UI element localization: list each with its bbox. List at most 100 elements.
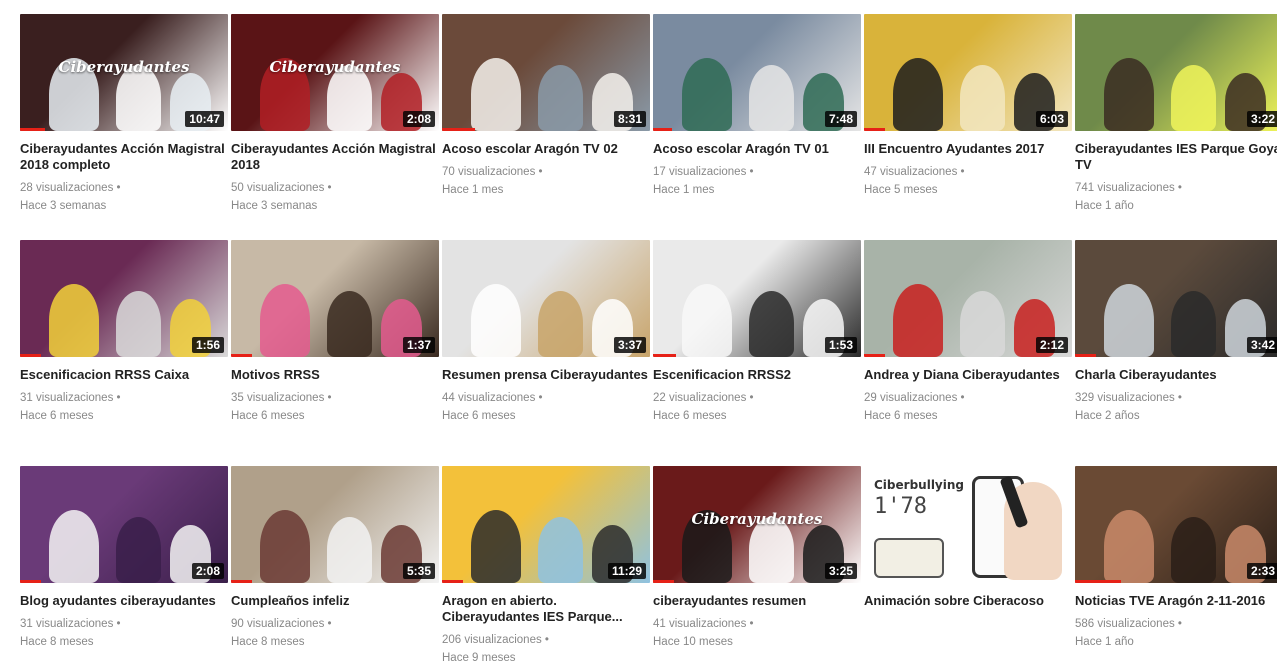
duration-badge: 7:48 (824, 111, 857, 127)
view-count: 31 visualizaciones (20, 389, 228, 407)
duration-badge: 3:42 (1246, 337, 1277, 353)
upload-age: Hace 6 meses (864, 410, 938, 422)
view-count: 206 visualizaciones (442, 631, 650, 649)
video-card[interactable]: 3:22 Ciberayudantes IES Parque Goya TV 741… (1075, 14, 1277, 215)
upload-age: Hace 8 meses (231, 636, 305, 648)
view-count: 41 visualizaciones (653, 615, 861, 633)
video-thumbnail[interactable]: 11:29 (442, 466, 650, 583)
video-title-link[interactable]: Acoso escolar Aragón TV 02 (442, 141, 650, 157)
video-metadata: 329 visualizaciones Hace 2 años (1075, 389, 1277, 425)
duration-badge: 1:53 (824, 337, 857, 353)
video-metadata: 35 visualizaciones Hace 6 meses (231, 389, 439, 425)
watch-progress-bar (653, 128, 672, 131)
video-thumbnail[interactable]: 3:22 (1075, 14, 1277, 131)
upload-age: Hace 10 meses (653, 636, 733, 648)
video-card[interactable]: 8:31 Acoso escolar Aragón TV 02 70 visuali… (442, 14, 650, 199)
video-thumbnail[interactable]: Ciberayudantes 3:25 (653, 466, 861, 583)
video-card[interactable]: 1:37 Motivos RRSS 35 visualizaciones Hace 6… (231, 240, 439, 425)
video-title-link[interactable]: Ciberayudantes Acción Magistral 2018 com… (20, 141, 228, 173)
view-count: 47 visualizaciones (864, 163, 1072, 181)
video-thumbnail[interactable]: 1:37 (231, 240, 439, 357)
watch-progress-bar (442, 128, 475, 131)
video-thumbnail[interactable]: 5:35 (231, 466, 439, 583)
video-title-link[interactable]: Escenificacion RRSS Caixa (20, 367, 228, 383)
video-metadata: 22 visualizaciones Hace 6 meses (653, 389, 861, 425)
thumbnail-number: 1'78 (874, 494, 927, 519)
watch-progress-bar (20, 580, 41, 583)
video-card[interactable]: 3:42 Charla Ciberayudantes 329 visualizaci… (1075, 240, 1277, 425)
video-thumbnail[interactable]: 2:12 (864, 240, 1072, 357)
video-card[interactable]: 5:35 Cumpleaños infeliz 90 visualizaciones… (231, 466, 439, 651)
video-title-link[interactable]: Cumpleaños infeliz (231, 593, 439, 609)
video-title-link[interactable]: Blog ayudantes ciberayudantes (20, 593, 228, 609)
thumbnail-overlay-text: Ciberayudantes (58, 58, 190, 77)
video-card[interactable]: Ciberayudantes 10:47 Ciberayudantes Acción… (20, 14, 228, 215)
video-title-link[interactable]: Aragon en abierto. Ciberayudantes IES Pa… (442, 593, 650, 625)
video-title-link[interactable]: Ciberayudantes Acción Magistral 2018 (231, 141, 439, 173)
video-thumbnail[interactable]: 2:33 (1075, 466, 1277, 583)
watch-progress-bar (20, 128, 45, 131)
view-count: 741 visualizaciones (1075, 179, 1277, 197)
watch-progress-bar (442, 580, 463, 583)
watch-progress-bar (231, 580, 252, 583)
video-title-link[interactable]: III Encuentro Ayudantes 2017 (864, 141, 1072, 157)
video-card[interactable]: 2:12 Andrea y Diana Ciberayudantes 29 visu… (864, 240, 1072, 425)
video-thumbnail[interactable]: Ciberayudantes 10:47 (20, 14, 228, 131)
video-title-link[interactable]: Ciberayudantes IES Parque Goya TV (1075, 141, 1277, 173)
watch-progress-bar (231, 354, 252, 357)
video-title-link[interactable]: Andrea y Diana Ciberayudantes (864, 367, 1072, 383)
view-count: 586 visualizaciones (1075, 615, 1277, 633)
duration-badge: 10:47 (185, 111, 224, 127)
video-thumbnail[interactable]: 3:37 (442, 240, 650, 357)
video-card[interactable]: 6:03 III Encuentro Ayudantes 2017 47 visua… (864, 14, 1072, 199)
video-card[interactable]: Ciberbullying 1'78 Animación sobre Ciberac… (864, 466, 1072, 609)
video-thumbnail[interactable]: 1:56 (20, 240, 228, 357)
duration-badge: 1:37 (402, 337, 435, 353)
upload-age: Hace 1 mes (442, 184, 504, 196)
video-card[interactable]: 7:48 Acoso escolar Aragón TV 01 17 visuali… (653, 14, 861, 199)
watch-progress-bar (864, 354, 885, 357)
video-title-link[interactable]: Resumen prensa Ciberayudantes (442, 367, 650, 383)
video-thumbnail[interactable]: Ciberayudantes 2:08 (231, 14, 439, 131)
video-title-link[interactable]: Motivos RRSS (231, 367, 439, 383)
duration-badge: 3:22 (1246, 111, 1277, 127)
view-count: 35 visualizaciones (231, 389, 439, 407)
video-grid: Ciberayudantes 10:47 Ciberayudantes Acción… (0, 0, 1277, 666)
video-thumbnail[interactable]: 6:03 (864, 14, 1072, 131)
video-thumbnail[interactable]: 8:31 (442, 14, 650, 131)
video-thumbnail[interactable]: 1:53 (653, 240, 861, 357)
video-card[interactable]: 3:37 Resumen prensa Ciberayudantes 44 visu… (442, 240, 650, 425)
video-title-link[interactable]: Noticias TVE Aragón 2-11-2016 (1075, 593, 1277, 609)
video-card[interactable]: Ciberayudantes 2:08 Ciberayudantes Acción … (231, 14, 439, 215)
video-card[interactable]: 11:29 Aragon en abierto. Ciberayudantes I… (442, 466, 650, 666)
video-metadata: 28 visualizaciones Hace 3 semanas (20, 179, 228, 215)
video-card[interactable]: 2:08 Blog ayudantes ciberayudantes 31 visu… (20, 466, 228, 651)
video-title-link[interactable]: Escenificacion RRSS2 (653, 367, 861, 383)
video-thumbnail[interactable]: 7:48 (653, 14, 861, 131)
video-metadata: 741 visualizaciones Hace 1 año (1075, 179, 1277, 215)
view-count: 22 visualizaciones (653, 389, 861, 407)
video-metadata: 41 visualizaciones Hace 10 meses (653, 615, 861, 651)
watch-progress-bar (1075, 580, 1121, 583)
video-metadata: 17 visualizaciones Hace 1 mes (653, 163, 861, 199)
watch-progress-bar (864, 128, 885, 131)
video-thumbnail[interactable]: Ciberbullying 1'78 (864, 466, 1072, 583)
video-metadata: 50 visualizaciones Hace 3 semanas (231, 179, 439, 215)
video-card[interactable]: Ciberayudantes 3:25 ciberayudantes resumen… (653, 466, 861, 651)
video-title-link[interactable]: Animación sobre Ciberacoso (864, 593, 1072, 609)
upload-age: Hace 3 semanas (231, 200, 318, 212)
video-title-link[interactable]: Charla Ciberayudantes (1075, 367, 1277, 383)
video-card[interactable]: 2:33 Noticias TVE Aragón 2-11-2016 586 vis… (1075, 466, 1277, 651)
duration-badge: 8:31 (613, 111, 646, 127)
duration-badge: 3:37 (613, 337, 646, 353)
video-metadata: 586 visualizaciones Hace 1 año (1075, 615, 1277, 651)
upload-age: Hace 6 meses (653, 410, 727, 422)
video-card[interactable]: 1:56 Escenificacion RRSS Caixa 31 visualiz… (20, 240, 228, 425)
duration-badge: 3:25 (824, 563, 857, 579)
video-thumbnail[interactable]: 2:08 (20, 466, 228, 583)
video-thumbnail[interactable]: 3:42 (1075, 240, 1277, 357)
video-card[interactable]: 1:53 Escenificacion RRSS2 22 visualizacion… (653, 240, 861, 425)
thumbnail-caption: Ciberbullying (874, 478, 964, 492)
video-title-link[interactable]: ciberayudantes resumen (653, 593, 861, 609)
video-title-link[interactable]: Acoso escolar Aragón TV 01 (653, 141, 861, 157)
